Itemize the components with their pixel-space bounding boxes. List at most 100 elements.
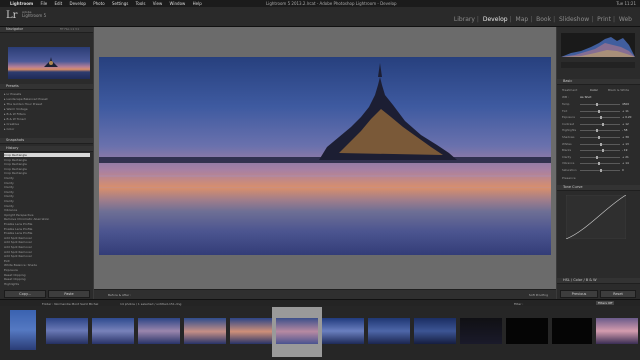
- history-item[interactable]: White Balance: Shade: [4, 263, 90, 267]
- history-item[interactable]: Clarity: [4, 204, 90, 208]
- history-item[interactable]: Crop Rectangle: [4, 167, 90, 171]
- preset-item[interactable]: ▸ Color: [4, 127, 90, 131]
- slider-knob[interactable]: [602, 122, 604, 126]
- slider-value[interactable]: + 11: [622, 109, 629, 113]
- menu-lightroom[interactable]: Lightroom: [10, 1, 33, 6]
- menu-develop[interactable]: Develop: [69, 1, 85, 6]
- history-item[interactable]: Clarity: [4, 199, 90, 203]
- history-header[interactable]: History: [0, 146, 93, 152]
- history-item[interactable]: Enable Lens Profile: [4, 227, 90, 231]
- preset-item[interactable]: ▸ B & W Filters: [4, 112, 90, 116]
- preset-item[interactable]: ▸ The Golden Hour Preset: [4, 102, 90, 106]
- slider-track[interactable]: [580, 163, 620, 165]
- presets-header[interactable]: Presets: [0, 84, 93, 90]
- filmstrip-thumbnail[interactable]: [230, 318, 272, 344]
- history-item[interactable]: Add Spot Removal: [4, 254, 90, 258]
- slider-track[interactable]: [580, 137, 620, 138]
- filmstrip-thumbnail[interactable]: [138, 318, 180, 344]
- slider-knob[interactable]: [602, 149, 604, 153]
- menu-help[interactable]: Help: [193, 1, 202, 6]
- slider-value[interactable]: + 0.20: [622, 115, 631, 119]
- slider-knob[interactable]: [598, 109, 600, 113]
- history-item[interactable]: Enable Lens Profile: [4, 222, 90, 226]
- slider-track[interactable]: [580, 130, 620, 132]
- slider-knob[interactable]: [600, 116, 602, 120]
- soft-proofing-toggle[interactable]: Soft Proofing: [529, 293, 548, 297]
- tone-curve-graph[interactable]: [566, 195, 626, 239]
- filmstrip-thumbnail[interactable]: [414, 318, 456, 344]
- slider-value[interactable]: + 12: [622, 122, 629, 126]
- slider-track[interactable]: [580, 104, 620, 105]
- slider-value[interactable]: + 14: [622, 161, 629, 165]
- slider-track[interactable]: [580, 156, 620, 158]
- history-item[interactable]: Exposure: [4, 268, 90, 272]
- history-item[interactable]: Add Spot Removal: [4, 240, 90, 244]
- slider-knob[interactable]: [600, 169, 602, 172]
- history-item[interactable]: Remove Chromatic Aberration: [4, 217, 90, 221]
- reset-button[interactable]: Reset: [600, 290, 636, 298]
- menu-view[interactable]: View: [153, 1, 163, 6]
- tool-strip[interactable]: [561, 62, 635, 68]
- history-item[interactable]: Crop Rectangle: [4, 162, 90, 166]
- history-item[interactable]: Upright Perspective: [4, 213, 90, 217]
- slider-value[interactable]: 0: [622, 168, 624, 172]
- slider-knob[interactable]: [596, 129, 598, 133]
- menu-settings[interactable]: Settings: [112, 1, 128, 6]
- module-web[interactable]: Web: [619, 16, 632, 23]
- slider-value[interactable]: + 21: [622, 155, 629, 159]
- history-item[interactable]: Enable Lens Profile: [4, 231, 90, 235]
- filmstrip-thumbnail[interactable]: [506, 318, 548, 344]
- preset-item[interactable]: ▸ B & W Toned: [4, 117, 90, 121]
- slider-knob[interactable]: [596, 155, 598, 159]
- filmstrip-thumbnail[interactable]: [552, 318, 592, 344]
- treatment-color[interactable]: Color: [590, 88, 598, 92]
- slider-value[interactable]: - 58: [622, 128, 627, 132]
- slider-value[interactable]: + 39: [622, 135, 629, 139]
- menu-tools[interactable]: Tools: [136, 1, 146, 6]
- history-item[interactable]: Reset Clipping: [4, 273, 90, 277]
- history-item[interactable]: Add Spot Removal: [4, 250, 90, 254]
- filmstrip-thumbnail[interactable]: [368, 318, 410, 344]
- slider-knob[interactable]: [598, 136, 600, 139]
- filmstrip-thumbnail[interactable]: [46, 318, 88, 344]
- history-item[interactable]: Clarity: [4, 176, 90, 180]
- history-item[interactable]: Exit: [4, 259, 90, 263]
- hsl-header[interactable]: HSL / Color / B & W: [557, 278, 640, 284]
- slider-knob[interactable]: [596, 103, 598, 106]
- wb-select[interactable]: As Shot: [580, 95, 591, 99]
- module-print[interactable]: Print: [597, 16, 611, 23]
- slider-value[interactable]: - 19: [622, 148, 627, 152]
- slider-track[interactable]: [580, 123, 620, 125]
- menu-photo[interactable]: Photo: [93, 1, 104, 6]
- module-develop[interactable]: Develop: [483, 16, 508, 23]
- basic-header[interactable]: Basic: [557, 79, 640, 85]
- module-map[interactable]: Map: [516, 16, 529, 23]
- treatment-bw[interactable]: Black & White: [608, 88, 629, 92]
- tone-curve-header[interactable]: Tone Curve: [557, 185, 640, 191]
- menu-edit[interactable]: Edit: [54, 1, 62, 6]
- history-item[interactable]: Add Spot Removal: [4, 236, 90, 240]
- preset-item[interactable]: ▸ Lr Presets: [4, 92, 90, 96]
- copy-button[interactable]: Copy...: [4, 290, 46, 298]
- preset-item[interactable]: ▸ Creative: [4, 122, 90, 126]
- before-after-label[interactable]: Before & After :: [108, 293, 131, 297]
- history-item[interactable]: Add Spot Removal: [4, 245, 90, 249]
- slider-track[interactable]: [580, 150, 620, 152]
- module-book[interactable]: Book: [536, 16, 551, 23]
- history-item[interactable]: Crop Rectangle: [4, 158, 90, 162]
- slider-knob[interactable]: [600, 142, 602, 146]
- history-item[interactable]: Clarity: [4, 194, 90, 198]
- slider-knob[interactable]: [598, 162, 600, 166]
- filmstrip-thumbnail[interactable]: [276, 318, 318, 344]
- filmstrip-thumbnail[interactable]: [460, 318, 502, 344]
- history-item[interactable]: Crop Rectangle: [4, 171, 90, 175]
- history-item[interactable]: Crop Rectangle: [4, 153, 90, 157]
- preset-item[interactable]: ▸ Warm Vintage: [4, 107, 90, 111]
- filmstrip-thumbnail[interactable]: [10, 310, 36, 350]
- history-item[interactable]: Clarity: [4, 185, 90, 189]
- previous-button[interactable]: Previous: [560, 290, 598, 298]
- filmstrip-thumbnail[interactable]: [322, 318, 364, 344]
- history-item[interactable]: Reset Clipping: [4, 277, 90, 281]
- filter-select[interactable]: Filters Off: [596, 301, 615, 305]
- snapshots-header[interactable]: Snapshots: [0, 138, 93, 144]
